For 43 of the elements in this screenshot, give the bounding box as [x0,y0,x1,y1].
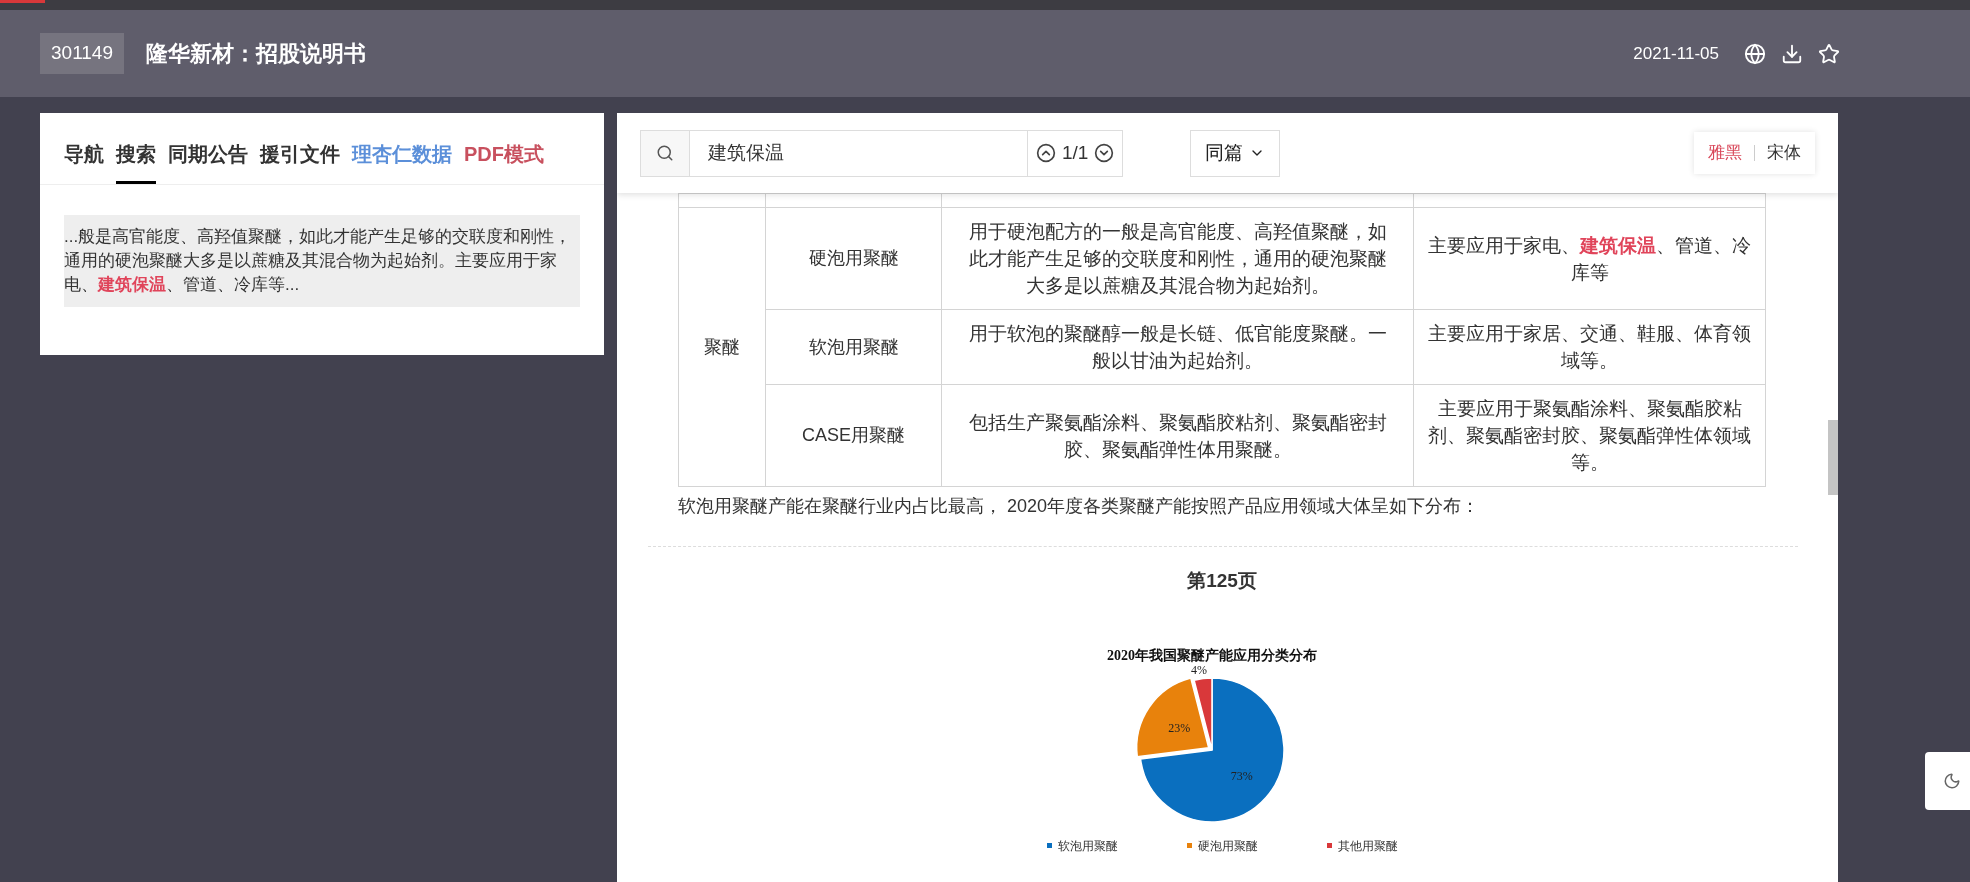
body-paragraph: 软泡用聚醚产能在聚醚行业内占比最高， 2020年度各类聚醚产能按照产品应用领域大体呈如下分布： [678,495,1481,518]
scope-dropdown[interactable]: 同篇 [1190,129,1281,177]
scrollbar-thumb[interactable] [1828,420,1838,495]
panel-tab[interactable]: 导航 [64,139,104,184]
table-cell: 软泡用聚醚 [765,309,942,385]
search-field[interactable]: 建筑保温 [690,129,1028,177]
stock-code: 301149 [40,33,124,74]
table-cell: 主要应用于聚氨酯涂料、聚氨酯胶粘剂、聚氨酯密封胶、聚氨酯弹性体领域等。 [1413,384,1766,487]
data-label: 23% [1168,720,1191,735]
search-icon [656,144,674,162]
panel-tab[interactable]: 搜索 [116,139,156,184]
chart-title: 2020年我国聚醚产能应用分类分布 [1107,647,1317,663]
document-title: 隆华新材：招股说明书 [146,40,366,68]
panel-tab[interactable]: PDF模式 [464,139,544,184]
previous-match-icon[interactable] [1036,143,1056,163]
table-cell: 聚醚 [678,207,766,487]
next-match-icon[interactable] [1094,143,1115,163]
legend-label: 硬泡用聚醚 [1198,838,1258,853]
table-cell: 包括生产聚氨酯涂料、聚氨酯胶粘剂、聚氨酯密封胶、聚氨酯弹性体用聚醚。 [941,384,1414,487]
star-icon[interactable] [1818,42,1840,65]
moon-icon [1943,772,1961,790]
search-result[interactable]: ...般是高官能度、高羟值聚醚，如此才能产生足够的交联度和刚性，通用的硬泡聚醚大多是以蔗糖及其混合物为起始剂。主要应用于家电、建筑保温、管道、冷库等... [64,215,580,307]
dark-mode-button[interactable] [1925,752,1970,810]
table-cell: 用于软泡的聚醚醇一般是长链、低官能度聚醚。一般以甘油为起始剂。 [941,309,1414,385]
page-number: 第125页 [1187,569,1257,593]
table-cell: CASE用聚醚 [765,384,942,487]
font-option[interactable]: 雅黑 [1708,140,1742,166]
legend-label: 其他用聚醚 [1338,838,1398,853]
date-label: 2021-11-05 [1633,42,1719,65]
panel-tab[interactable]: 援引文件 [260,139,340,184]
table-cell: 主要应用于家居、交通、鞋服、体育领域等。 [1413,309,1766,385]
match-counter: 1/1 [1062,140,1089,165]
data-label: 73% [1230,768,1253,783]
legend-label: 软泡用聚醚 [1058,838,1118,853]
table-cell: 主要应用于家电、建筑保温、管道、冷库等 [1413,207,1766,310]
font-option[interactable]: 宋体 [1767,140,1801,166]
globe-icon[interactable] [1744,42,1766,65]
search-button[interactable] [640,129,690,177]
table-cell: 硬泡用聚醚 [765,207,942,310]
data-label: 4% [1191,662,1207,677]
panel-tab[interactable]: 同期公告 [168,139,248,184]
table-cell: 用于硬泡配方的一般是高官能度、高羟值聚醚，如此才能产生足够的交联度和刚性，通用的硬泡聚醚大多是以蔗糖及其混合物为起始剂。 [941,207,1414,310]
download-icon[interactable] [1781,42,1803,65]
